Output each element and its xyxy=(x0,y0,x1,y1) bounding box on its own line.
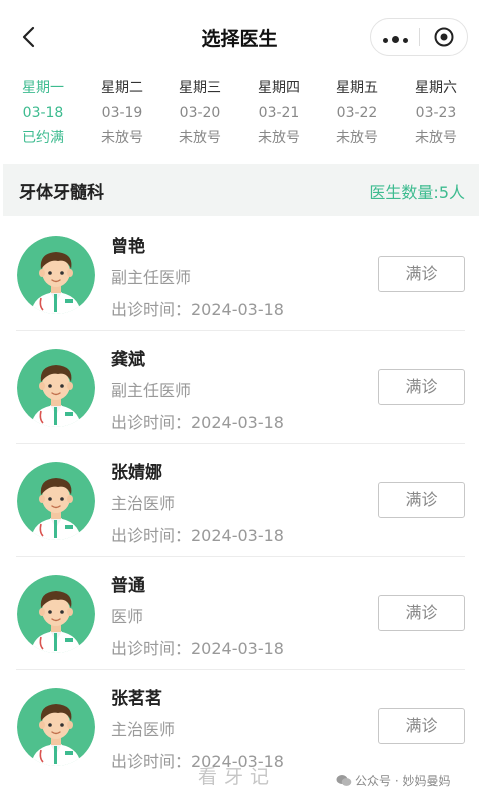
nav-bar: 选择医生 xyxy=(0,0,479,76)
doctor-avatar xyxy=(17,349,95,427)
wechat-account-label: 公众号 · 妙妈曼妈 xyxy=(355,774,451,788)
full-status-button[interactable]: 满诊 xyxy=(378,708,465,744)
watermark-text: 看牙记 xyxy=(198,766,277,788)
doctor-title: 副主任医师 xyxy=(111,268,192,287)
doctor-schedule: 出诊时间：2024-03-18 xyxy=(111,413,284,432)
more-dots-icon xyxy=(381,28,410,47)
doctor-title: 主治医师 xyxy=(111,720,176,739)
day-name: 星期四 xyxy=(258,80,300,96)
doctor-card[interactable]: 张婧娜 主治医师 出诊时间：2024-03-18 满诊 xyxy=(0,444,479,557)
day-date: 03-22 xyxy=(336,105,378,121)
day-status: 未放号 xyxy=(415,130,457,146)
date-selector: 星期一 03-18 已约满 星期二 03-19 未放号 星期三 03-20 未放… xyxy=(0,76,479,160)
day-tab[interactable]: 星期一 03-18 已约满 xyxy=(3,76,83,150)
day-date: 03-21 xyxy=(258,105,300,121)
doctor-card[interactable]: 龚斌 副主任医师 出诊时间：2024-03-18 满诊 xyxy=(0,331,479,444)
target-circle-icon xyxy=(434,27,454,47)
full-status-button[interactable]: 满诊 xyxy=(378,256,465,292)
day-tab[interactable]: 星期五 03-22 未放号 xyxy=(317,76,397,150)
day-tab[interactable]: 星期二 03-19 未放号 xyxy=(82,76,162,150)
day-date: 03-23 xyxy=(415,105,457,121)
day-date: 03-18 xyxy=(22,105,64,121)
doctor-avatar-icon xyxy=(17,236,95,314)
doctor-avatar xyxy=(17,575,95,653)
day-name: 星期五 xyxy=(336,80,378,96)
day-tab[interactable]: 星期四 03-21 未放号 xyxy=(239,76,319,150)
day-status: 未放号 xyxy=(258,130,300,146)
doctor-name: 普通 xyxy=(111,576,145,596)
full-status-button[interactable]: 满诊 xyxy=(378,482,465,518)
doctor-avatar-icon xyxy=(17,575,95,653)
miniprogram-capsule xyxy=(370,18,468,56)
day-name: 星期一 xyxy=(22,80,64,96)
full-status-button[interactable]: 满诊 xyxy=(378,369,465,405)
doctor-name: 龚斌 xyxy=(111,350,145,370)
doctor-count: 医生数量:5人 xyxy=(369,183,465,202)
day-tab[interactable]: 星期三 03-20 未放号 xyxy=(160,76,240,150)
doctor-schedule: 出诊时间：2024-03-18 xyxy=(111,526,284,545)
doctor-name: 曾艳 xyxy=(111,237,145,257)
doctor-avatar xyxy=(17,236,95,314)
doctor-avatar xyxy=(17,688,95,766)
day-name: 星期六 xyxy=(415,80,457,96)
doctor-avatar-icon xyxy=(17,688,95,766)
doctor-card[interactable]: 普通 医师 出诊时间：2024-03-18 满诊 xyxy=(0,557,479,670)
department-name: 牙体牙髓科 xyxy=(19,183,104,203)
wechat-icon xyxy=(336,775,352,786)
day-name: 星期二 xyxy=(101,80,143,96)
department-header: 牙体牙髓科 医生数量:5人 xyxy=(3,164,479,216)
day-status: 未放号 xyxy=(336,130,378,146)
doctor-title: 医师 xyxy=(111,607,144,626)
day-status: 已约满 xyxy=(22,130,64,146)
day-status: 未放号 xyxy=(101,130,143,146)
day-name: 星期三 xyxy=(179,80,221,96)
doctor-title: 副主任医师 xyxy=(111,381,192,400)
doctor-name: 张婧娜 xyxy=(111,463,162,483)
day-tab[interactable]: 星期六 03-23 未放号 xyxy=(396,76,476,150)
full-status-button[interactable]: 满诊 xyxy=(378,595,465,631)
wechat-attribution: 公众号 · 妙妈曼妈 xyxy=(336,772,450,789)
doctor-title: 主治医师 xyxy=(111,494,176,513)
doctor-schedule: 出诊时间：2024-03-18 xyxy=(111,639,284,658)
doctor-avatar-icon xyxy=(17,462,95,540)
day-status: 未放号 xyxy=(179,130,221,146)
doctor-schedule: 出诊时间：2024-03-18 xyxy=(111,300,284,319)
more-button[interactable] xyxy=(371,19,419,55)
doctor-avatar xyxy=(17,462,95,540)
day-date: 03-20 xyxy=(179,105,221,121)
doctor-avatar-icon xyxy=(17,349,95,427)
close-miniprogram-button[interactable] xyxy=(420,19,468,55)
doctor-name: 张茗茗 xyxy=(111,689,162,709)
doctor-card[interactable]: 曾艳 副主任医师 出诊时间：2024-03-18 满诊 xyxy=(0,218,479,331)
day-date: 03-19 xyxy=(101,105,143,121)
